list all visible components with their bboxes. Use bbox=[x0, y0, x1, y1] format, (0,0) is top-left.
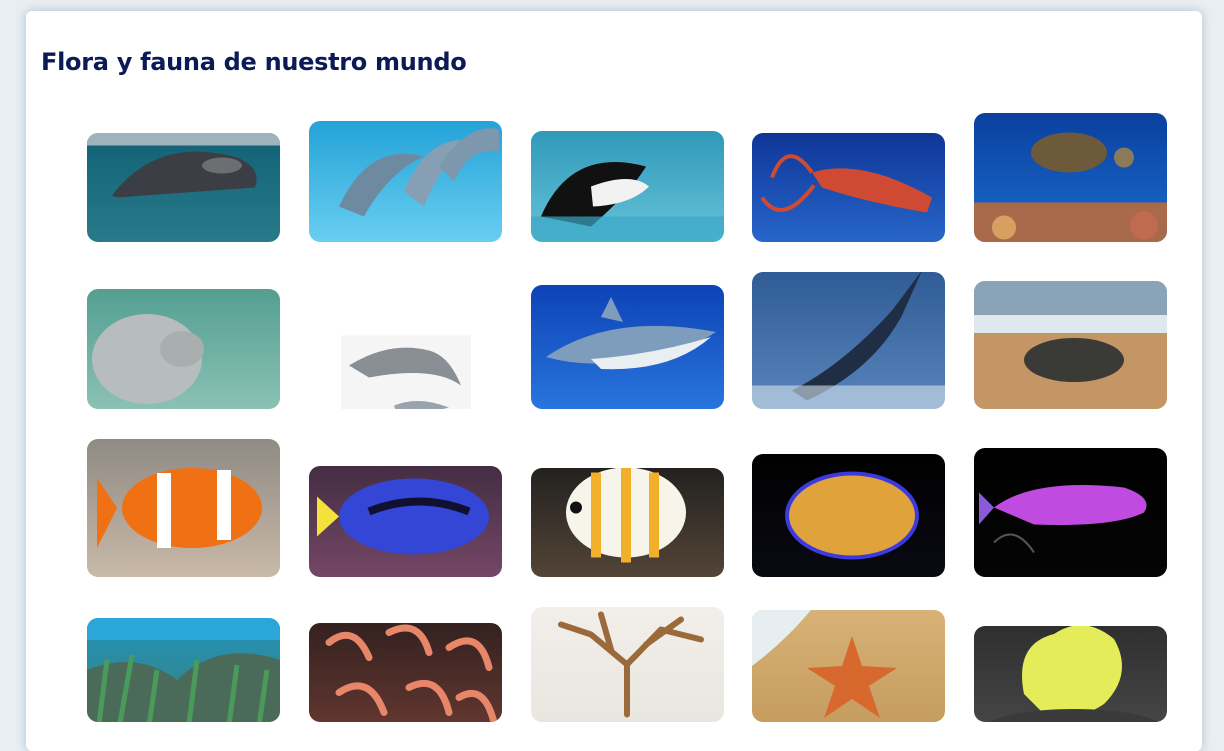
great-white-shark-image[interactable] bbox=[531, 285, 724, 409]
butterflyfish-image[interactable] bbox=[531, 468, 724, 577]
yellow-sponge-image[interactable] bbox=[974, 626, 1167, 722]
clownfish-image[interactable] bbox=[87, 439, 280, 577]
leatherback-turtle-beach-image[interactable] bbox=[974, 281, 1167, 409]
dolphins-image[interactable] bbox=[309, 121, 502, 242]
risso-dolphin-illustration[interactable] bbox=[309, 322, 502, 409]
shrimp-image[interactable] bbox=[309, 623, 502, 722]
giant-squid-image[interactable] bbox=[752, 133, 945, 242]
dottyback-image[interactable] bbox=[974, 448, 1167, 577]
orca-image[interactable] bbox=[531, 131, 724, 242]
right-whale-image[interactable] bbox=[87, 133, 280, 242]
seaweed-specimen-image[interactable] bbox=[531, 607, 724, 722]
marlin-image[interactable] bbox=[752, 272, 945, 409]
gallery-grid bbox=[0, 0, 1224, 722]
blue-tang-image[interactable] bbox=[309, 466, 502, 577]
starfish-sand-image[interactable] bbox=[752, 610, 945, 722]
sea-turtle-reef-image[interactable] bbox=[974, 113, 1167, 242]
seagrass-reef-image[interactable] bbox=[87, 618, 280, 722]
manatee-image[interactable] bbox=[87, 289, 280, 409]
angelfish-image[interactable] bbox=[752, 454, 945, 577]
